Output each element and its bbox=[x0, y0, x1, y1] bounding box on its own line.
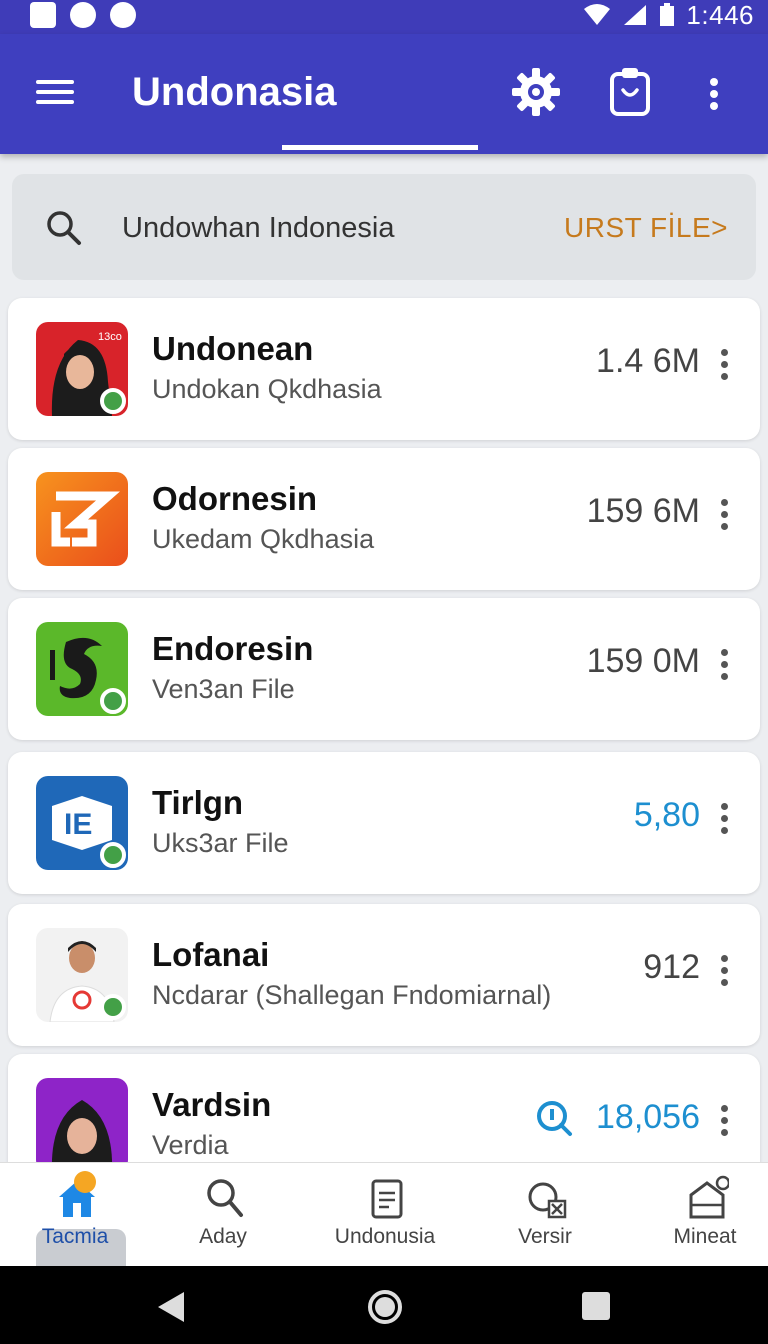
notification-dot bbox=[74, 1171, 96, 1193]
person-avatar-icon: 13co bbox=[36, 322, 128, 416]
signal-icon bbox=[624, 5, 647, 25]
item-more-icon[interactable] bbox=[720, 648, 730, 682]
urst-file-button[interactable]: URST FİLE> bbox=[564, 212, 728, 244]
title-underline bbox=[282, 145, 478, 150]
item-more-icon[interactable] bbox=[720, 1104, 730, 1138]
wifi-icon bbox=[584, 4, 611, 25]
item-more-icon[interactable] bbox=[720, 498, 730, 532]
home-circle-icon[interactable] bbox=[366, 1288, 404, 1326]
item-title: Lofanai bbox=[152, 936, 270, 973]
status-bar: 1:446 bbox=[0, 0, 768, 34]
item-title: Endoresin bbox=[152, 630, 314, 667]
item-subtitle: Ncdarar (Shallegan Fndomiarnal) bbox=[152, 980, 552, 1010]
recents-icon[interactable] bbox=[580, 1290, 612, 1322]
status-badge bbox=[100, 688, 126, 714]
clipboard-icon[interactable] bbox=[604, 64, 656, 120]
nav-item-versir[interactable]: Versir bbox=[470, 1163, 620, 1267]
gallery-notification-icon bbox=[30, 2, 56, 28]
settings-gear-icon[interactable] bbox=[510, 64, 562, 120]
svg-text:13co: 13co bbox=[98, 331, 122, 343]
compass-notification-icon bbox=[110, 2, 136, 28]
status-badge bbox=[100, 994, 126, 1020]
menu-button[interactable] bbox=[36, 76, 76, 108]
item-more-icon[interactable] bbox=[720, 348, 730, 382]
system-navigation-bar bbox=[0, 1266, 768, 1344]
nav-item-mineat[interactable]: Mineat bbox=[630, 1163, 768, 1267]
list-item[interactable]: Lofanai Ncdarar (Shallegan Fndomiarnal) … bbox=[8, 904, 760, 1046]
item-title: Vardsin bbox=[152, 1086, 272, 1123]
item-title: Odornesin bbox=[152, 480, 318, 517]
list-item[interactable]: Endoresin Ven3an File 159 0M bbox=[8, 598, 760, 740]
status-badge bbox=[100, 842, 126, 868]
nav-label: Versir bbox=[518, 1225, 572, 1248]
search-input[interactable]: Undowhan Indonesia bbox=[122, 212, 394, 245]
item-count: 5,80 bbox=[633, 796, 700, 834]
item-subtitle: Undokan Qkdhasia bbox=[152, 374, 382, 404]
search-icon bbox=[47, 211, 81, 245]
nav-item-home[interactable]: Tacmia bbox=[0, 1163, 150, 1267]
app-screen: 1:446 Undonasia Undowhan Indonesia URST … bbox=[0, 0, 768, 1344]
status-time: 1:446 bbox=[686, 0, 754, 30]
item-count: 912 bbox=[643, 948, 700, 986]
list-item[interactable]: 13co Undonean Undokan Qkdhasia 1.4 6M bbox=[8, 298, 760, 440]
inbox-icon bbox=[689, 1175, 729, 1219]
item-more-icon[interactable] bbox=[720, 954, 730, 988]
green-dragon-icon bbox=[36, 622, 128, 716]
chat-close-icon bbox=[528, 1182, 567, 1219]
orange-logo-icon bbox=[36, 472, 128, 566]
item-title: Undonean bbox=[152, 330, 314, 367]
svg-text:IE: IE bbox=[64, 808, 92, 841]
nav-label: Mineat bbox=[673, 1225, 737, 1248]
item-size: 159 0M bbox=[586, 642, 700, 680]
overflow-menu-icon[interactable] bbox=[700, 74, 728, 114]
nav-item-document[interactable]: Undonusia bbox=[310, 1163, 460, 1267]
item-subtitle: Verdia bbox=[152, 1130, 229, 1160]
page-title: Undonasia bbox=[132, 70, 337, 114]
search-info-icon bbox=[537, 1101, 572, 1136]
nav-item-search[interactable]: Aday bbox=[148, 1163, 298, 1267]
status-badge bbox=[100, 388, 126, 414]
bottom-navigation: Tacmia Aday Undonusia Versir Mineat bbox=[0, 1162, 768, 1267]
item-subtitle: Ven3an File bbox=[152, 674, 295, 704]
nav-label: Aday bbox=[199, 1225, 247, 1248]
item-size: 159 6M bbox=[586, 492, 700, 530]
document-icon bbox=[371, 1179, 403, 1219]
chat-notification-icon bbox=[70, 2, 96, 28]
person-photo-icon bbox=[36, 928, 128, 1022]
list-item[interactable]: IE Tirlgn Uks3ar File 5,80 bbox=[8, 752, 760, 894]
nav-label: Undonusia bbox=[334, 1225, 436, 1248]
app-bar: Undonasia bbox=[0, 34, 768, 154]
list-item[interactable]: Odornesin Ukedam Qkdhasia 159 6M bbox=[8, 448, 760, 590]
battery-icon bbox=[660, 3, 675, 26]
blue-ie-logo-icon: IE bbox=[36, 776, 128, 870]
item-title: Tirlgn bbox=[152, 784, 244, 821]
item-more-icon[interactable] bbox=[720, 802, 730, 836]
search-bar[interactable]: Undowhan Indonesia URST FİLE> bbox=[12, 174, 756, 280]
item-subtitle: Uks3ar File bbox=[152, 828, 289, 858]
item-subtitle: Ukedam Qkdhasia bbox=[152, 524, 375, 554]
back-icon[interactable] bbox=[154, 1290, 188, 1324]
item-count: 18,056 bbox=[596, 1098, 700, 1136]
purple-avatar-icon bbox=[36, 1078, 128, 1172]
search-icon bbox=[207, 1179, 243, 1217]
nav-label: Tacmia bbox=[41, 1225, 109, 1248]
item-size: 1.4 6M bbox=[596, 342, 700, 380]
